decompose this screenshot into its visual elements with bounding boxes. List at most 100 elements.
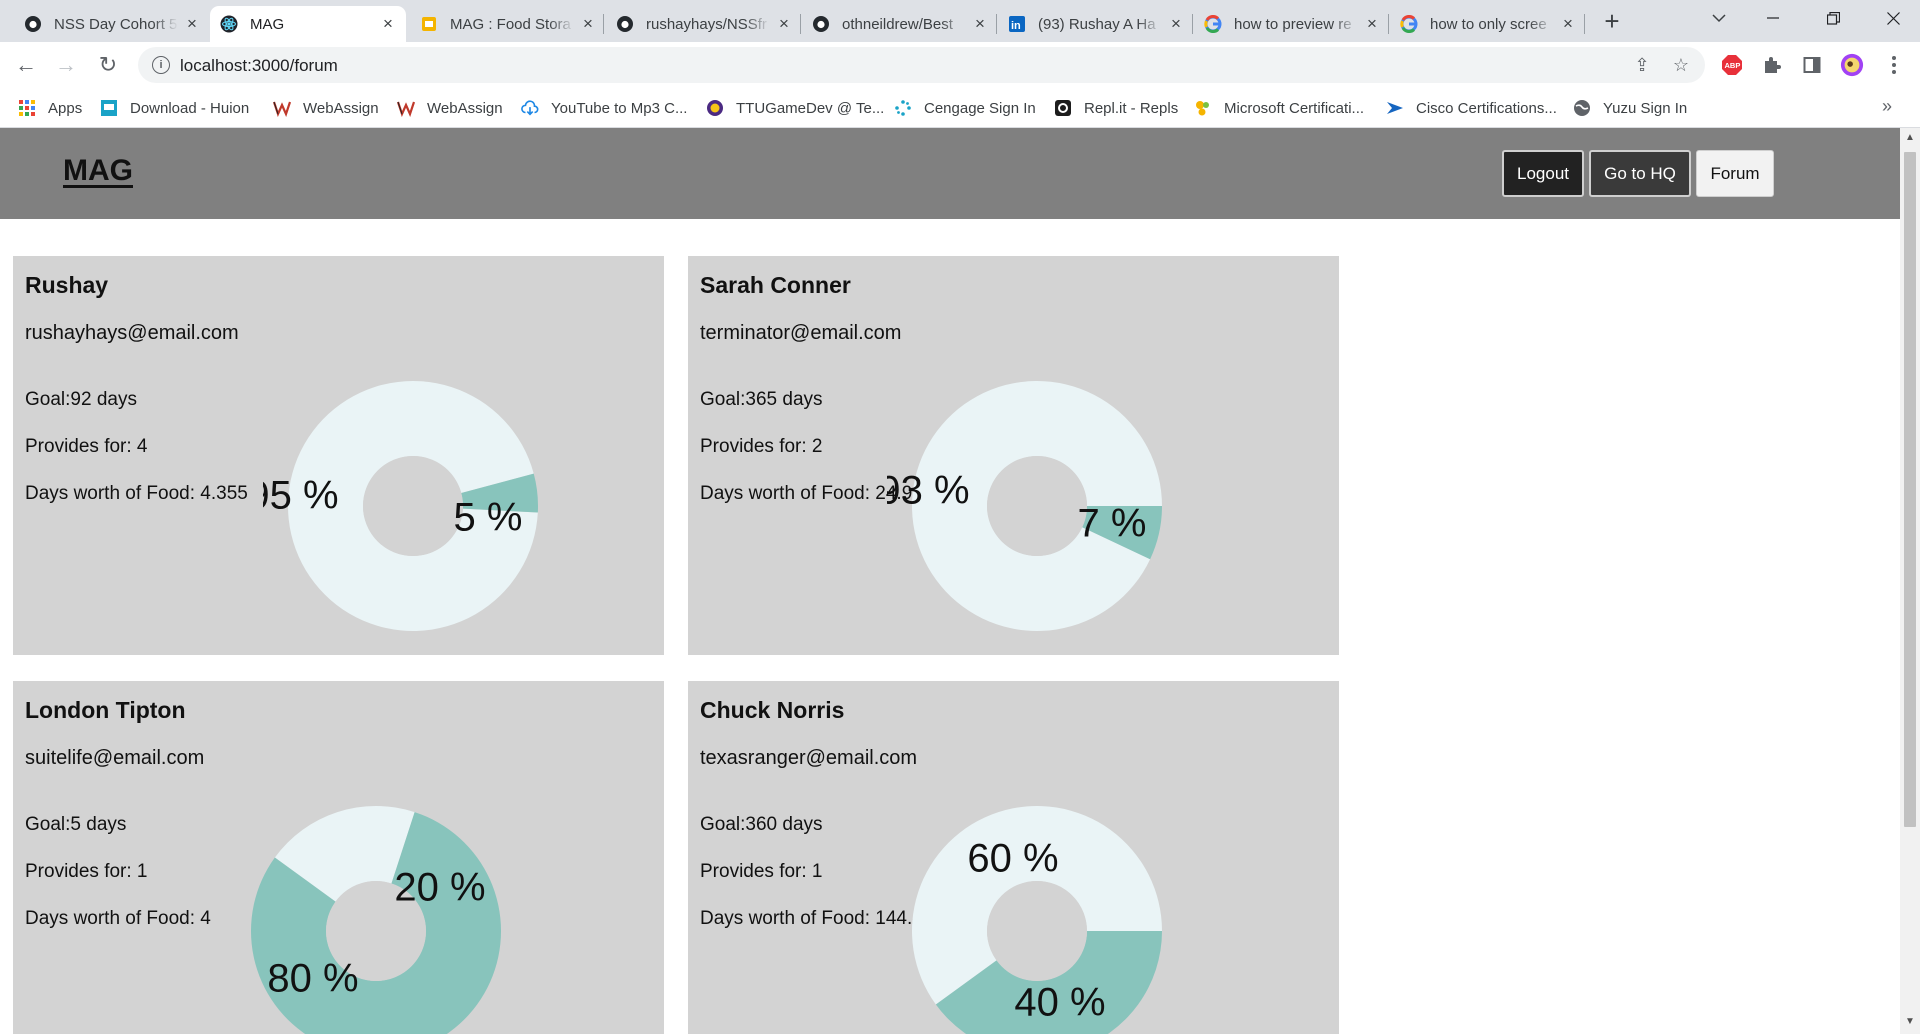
profile-avatar[interactable] [1840, 53, 1864, 77]
github-icon [616, 15, 634, 33]
bookmark-huion[interactable]: Download - Huion [100, 96, 249, 120]
microsoft-cert-icon [1194, 99, 1212, 117]
bookmark-cengage[interactable]: Cengage Sign In [894, 96, 1036, 120]
food-supply-donut-chart: 93 % 7 % [887, 381, 1162, 631]
address-bar[interactable]: i localhost:3000/forum ⇪ ☆ [138, 47, 1705, 83]
tab-separator [800, 14, 801, 34]
days-worth-text: Days worth of Food: 4.355 [25, 483, 248, 504]
tab-search-chevron-icon[interactable] [1692, 0, 1746, 36]
bookmark-replit[interactable]: Repl.it - Repls [1054, 96, 1178, 120]
close-tab-icon[interactable]: × [184, 15, 200, 32]
google-icon [1400, 15, 1418, 33]
scroll-down-arrow-icon[interactable]: ▼ [1900, 1016, 1920, 1030]
provides-for-text: Provides for: 1 [25, 861, 148, 882]
github-icon [24, 15, 42, 33]
close-tab-icon[interactable]: × [580, 15, 596, 32]
goal-text: Goal:360 days [700, 814, 823, 835]
adblock-icon[interactable]: ABP [1720, 53, 1744, 77]
goal-text: Goal:5 days [25, 814, 127, 835]
tab-title: how to only scree [1430, 15, 1547, 33]
bookmark-webassign[interactable]: WebAssign [273, 96, 379, 120]
site-info-icon[interactable]: i [152, 56, 170, 74]
bookmark-microsoft-cert[interactable]: Microsoft Certificati... [1194, 96, 1364, 120]
bookmarks-bar: Apps Download - Huion WebAssign WebAssig… [0, 88, 1920, 128]
close-tab-icon[interactable]: × [776, 15, 792, 32]
user-card: Sarah Conner terminator@email.com Goal:3… [688, 256, 1339, 655]
tab-separator [1584, 14, 1585, 34]
close-tab-icon[interactable]: × [1560, 15, 1576, 32]
browser-tab-active[interactable]: MAG × [210, 6, 406, 42]
browser-tab[interactable]: how to only scree × [1390, 6, 1586, 42]
food-supply-donut-chart: 60 % 40 % [912, 806, 1162, 1034]
tab-title: (93) Rushay A Ha [1038, 15, 1156, 33]
bookmark-ttugamedev[interactable]: TTUGameDev @ Te... [706, 96, 884, 120]
scroll-up-arrow-icon[interactable]: ▲ [1900, 132, 1920, 146]
bookmark-yuzu[interactable]: Yuzu Sign In [1573, 96, 1687, 120]
forward-arrow-icon[interactable]: → [52, 51, 80, 79]
webassign-icon [273, 99, 291, 117]
donut-label-stored: 80 % [267, 957, 358, 1001]
close-tab-icon[interactable]: × [1364, 15, 1380, 32]
bookmark-apps[interactable]: Apps [18, 96, 82, 120]
extensions-puzzle-icon[interactable] [1760, 53, 1784, 77]
bookmark-label: Cengage Sign In [924, 99, 1036, 117]
provides-for-text: Provides for: 1 [700, 861, 823, 882]
reload-icon[interactable]: ↻ [94, 51, 122, 79]
donut-hole [987, 881, 1087, 981]
chrome-menu-icon[interactable] [1882, 53, 1906, 77]
replit-icon [1054, 99, 1072, 117]
browser-tab[interactable]: how to preview re × [1194, 6, 1390, 42]
browser-tab-strip: NSS Day Cohort 5 × MAG × MAG : Food Stor… [0, 0, 1920, 42]
browser-toolbar: ← → ↻ i localhost:3000/forum ⇪ ☆ [0, 42, 1920, 88]
new-tab-icon[interactable]: + [1598, 8, 1626, 36]
tab-title: rushayhays/NSSfr [646, 15, 767, 33]
user-name: London Tipton [25, 697, 186, 723]
restore-icon[interactable] [1806, 0, 1860, 36]
svg-text:ABP: ABP [1725, 61, 1741, 70]
go-to-hq-button[interactable]: Go to HQ [1589, 150, 1691, 197]
bookmark-label: Apps [48, 99, 83, 117]
bookmark-label: YouTube to Mp3 C... [551, 99, 688, 117]
react-icon [220, 15, 238, 33]
close-window-icon[interactable] [1866, 0, 1920, 36]
bookmark-webassign[interactable]: WebAssign [397, 96, 503, 120]
url-text[interactable]: localhost:3000/forum [180, 56, 338, 76]
ttu-icon [706, 99, 724, 117]
browser-tab[interactable]: othneildrew/Best × [802, 6, 998, 42]
brand-link[interactable]: MAG [63, 154, 133, 188]
close-tab-icon[interactable]: × [380, 15, 396, 32]
globe-icon [1573, 99, 1591, 117]
bookmark-label: WebAssign [427, 99, 503, 117]
back-arrow-icon[interactable]: ← [12, 51, 40, 79]
close-tab-icon[interactable]: × [1168, 15, 1184, 32]
goal-text: Goal:92 days [25, 389, 137, 410]
tab-title: how to preview re [1234, 15, 1352, 33]
share-icon[interactable]: ⇪ [1631, 54, 1653, 76]
tab-separator [996, 14, 997, 34]
more-bookmarks-chevron-icon[interactable]: » [1882, 96, 1892, 117]
browser-tab[interactable]: NSS Day Cohort 5 × [14, 6, 210, 42]
donut-label-stored: 40 % [1014, 981, 1105, 1025]
bookmark-star-icon[interactable]: ☆ [1670, 54, 1692, 76]
close-tab-icon[interactable]: × [972, 15, 988, 32]
bookmark-label: WebAssign [303, 99, 379, 117]
tab-separator [603, 14, 604, 34]
webassign-icon [397, 99, 415, 117]
minimize-icon[interactable] [1746, 0, 1800, 36]
page-viewport: MAG Logout Go to HQ Forum Rushay rushayh… [0, 128, 1900, 1034]
browser-tab[interactable]: rushayhays/NSSfr × [606, 6, 802, 42]
browser-tab[interactable]: in (93) Rushay A Ha × [998, 6, 1194, 42]
bookmark-cisco[interactable]: Cisco Certifications... [1386, 96, 1557, 120]
forum-button[interactable]: Forum [1696, 150, 1774, 197]
page-scrollbar[interactable]: ▲ ▼ [1900, 128, 1920, 1034]
provides-for-text: Provides for: 4 [25, 436, 148, 457]
days-worth-text: Days worth of Food: 4 [25, 908, 211, 929]
browser-tab[interactable]: MAG : Food Stora × [410, 6, 606, 42]
scrollbar-thumb[interactable] [1904, 152, 1916, 827]
user-email: terminator@email.com [700, 322, 902, 344]
logout-button[interactable]: Logout [1502, 150, 1584, 197]
donut-label-stored: 5 % [454, 496, 523, 540]
goal-text: Goal:365 days [700, 389, 823, 410]
side-panel-icon[interactable] [1800, 53, 1824, 77]
bookmark-youtube-mp3[interactable]: YouTube to Mp3 C... [521, 96, 687, 120]
